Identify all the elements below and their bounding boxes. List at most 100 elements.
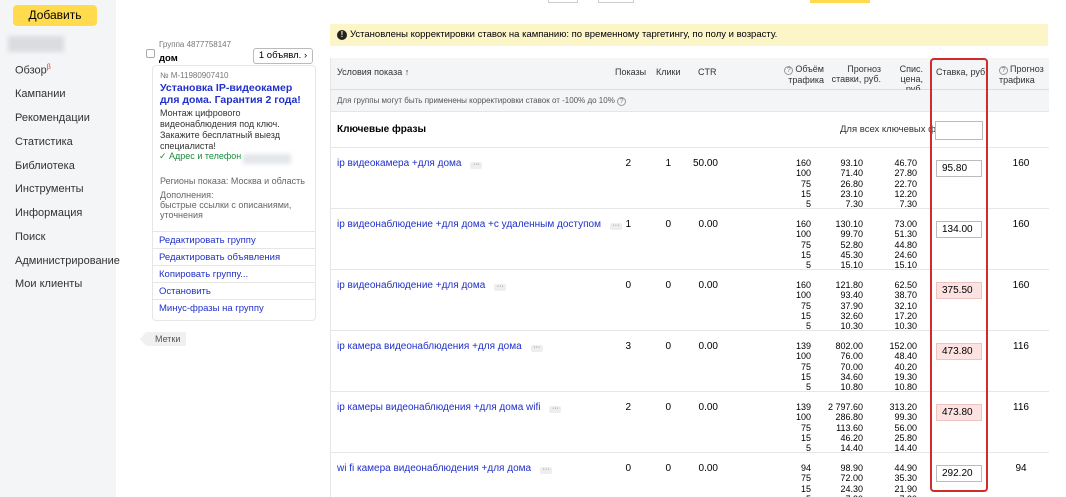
charge-value: 313.20 bbox=[889, 402, 917, 412]
account-name-blurred bbox=[8, 36, 64, 52]
help-icon[interactable]: ? bbox=[999, 66, 1008, 75]
charge-stack: 313.20 99.30 56.00 25.80 14.40 bbox=[883, 402, 917, 453]
copy-group-link[interactable]: Копировать группу... bbox=[153, 265, 315, 283]
charge-value: 17.20 bbox=[894, 310, 917, 321]
header-conditions[interactable]: Условия показа ↑ bbox=[337, 67, 409, 77]
more-icon[interactable]: ··· bbox=[540, 466, 553, 474]
volume-value: 15 bbox=[800, 432, 811, 443]
charge-value: 56.00 bbox=[894, 422, 917, 433]
keyword-link[interactable]: ip видеонаблюдение +для дома ··· bbox=[337, 280, 507, 291]
header-traffic-forecast[interactable]: ? Прогноз трафика bbox=[999, 64, 1047, 85]
forecast-value: 45.30 bbox=[840, 249, 863, 260]
volume-value: 139 bbox=[795, 402, 811, 412]
sidebar-item-library[interactable]: Библиотека bbox=[15, 160, 75, 172]
charge-value: 51.30 bbox=[894, 229, 917, 240]
ad-title[interactable]: Установка IP-видеокамер для дома. Гарант… bbox=[160, 82, 310, 106]
sidebar: Добавить Обзорβ Кампании Рекомендации Ст… bbox=[0, 0, 120, 497]
header-shows[interactable]: Показы bbox=[615, 67, 646, 77]
sidebar-item-search[interactable]: Поиск bbox=[15, 231, 45, 243]
volume-value: 5 bbox=[805, 321, 811, 332]
volume-stack: 160 100 75 15 5 bbox=[781, 158, 811, 209]
charge-value: 15.10 bbox=[894, 260, 917, 271]
top-control[interactable] bbox=[548, 0, 578, 3]
ad-id: № M-11980907410 bbox=[160, 71, 229, 80]
negative-keywords-link[interactable]: Минус-фразы на группу bbox=[153, 299, 315, 317]
sidebar-item-tools[interactable]: Инструменты bbox=[15, 183, 84, 195]
charge-value: 14.40 bbox=[894, 443, 917, 454]
stop-link[interactable]: Остановить bbox=[153, 282, 315, 300]
sidebar-item-overview[interactable]: Обзорβ bbox=[15, 64, 51, 77]
top-control[interactable] bbox=[598, 0, 634, 3]
charge-value: 99.30 bbox=[894, 412, 917, 423]
volume-value: 5 bbox=[805, 443, 811, 454]
clicks-value: 0 bbox=[665, 219, 671, 230]
charge-stack: 46.70 27.80 22.70 12.20 7.30 bbox=[883, 158, 917, 209]
forecast-value: 286.80 bbox=[835, 412, 863, 423]
more-icon[interactable]: ··· bbox=[549, 405, 562, 413]
tags-label[interactable]: Метки bbox=[140, 332, 186, 346]
sidebar-item-admin[interactable]: Администрирование bbox=[15, 255, 120, 267]
volume-value: 5 bbox=[805, 199, 811, 210]
ctr-value: 0.00 bbox=[698, 219, 718, 230]
edit-ads-link[interactable]: Редактировать объявления bbox=[153, 248, 315, 266]
more-icon[interactable]: ··· bbox=[494, 283, 507, 291]
volume-value: 15 bbox=[800, 371, 811, 382]
group-name: дом bbox=[159, 53, 178, 64]
clicks-value: 1 bbox=[665, 158, 671, 169]
ads-count-button[interactable]: 1 объявл. › bbox=[253, 48, 313, 64]
keyword-link[interactable]: ip видеокамера +для дома ··· bbox=[337, 158, 483, 169]
charge-value: 40.20 bbox=[894, 361, 917, 372]
volume-value: 160 bbox=[795, 219, 811, 229]
add-button[interactable]: Добавить bbox=[13, 5, 97, 26]
more-icon[interactable]: ··· bbox=[530, 344, 543, 352]
sidebar-item-clients[interactable]: Мои клиенты bbox=[15, 278, 82, 290]
forecast-value: 113.60 bbox=[836, 422, 863, 433]
ad-text: Монтаж цифрового видеонаблюдения под клю… bbox=[160, 108, 280, 151]
traffic-forecast-value: 160 bbox=[1012, 280, 1030, 291]
forecast-value: 98.90 bbox=[840, 463, 863, 473]
top-action-button[interactable] bbox=[810, 0, 870, 3]
header-volume[interactable]: ? Объём трафика bbox=[780, 64, 824, 85]
sidebar-item-recommendations[interactable]: Рекомендации bbox=[15, 112, 90, 124]
charge-value: 35.30 bbox=[894, 473, 917, 484]
sidebar-item-info[interactable]: Информация bbox=[15, 207, 82, 219]
charge-stack: 62.50 38.70 32.10 17.20 10.30 bbox=[883, 280, 917, 331]
forecast-value: 802.00 bbox=[835, 341, 863, 351]
keyword-link[interactable]: ip видеонаблюдение +для дома +с удаленны… bbox=[337, 219, 622, 230]
shows-value: 2 bbox=[625, 158, 631, 169]
volume-value: 15 bbox=[800, 310, 811, 321]
ad-contacts[interactable]: ✓ Адрес и телефон bbox=[159, 151, 241, 162]
header-clicks[interactable]: Клики bbox=[656, 67, 681, 77]
forecast-stack: 130.10 99.70 52.80 45.30 15.10 bbox=[821, 219, 863, 270]
keyword-link[interactable]: ip камеры видеонаблюдения +для дома wifi… bbox=[337, 402, 562, 413]
more-icon[interactable]: ··· bbox=[470, 161, 483, 169]
beta-badge: β bbox=[46, 64, 51, 71]
traffic-forecast-value: 160 bbox=[1012, 158, 1030, 169]
charge-stack: 73.00 51.30 44.80 24.60 15.10 bbox=[883, 219, 917, 270]
group-checkbox[interactable] bbox=[146, 49, 155, 58]
volume-value: 15 bbox=[800, 483, 811, 494]
header-forecast-bid[interactable]: Прогноз ставки, руб. bbox=[821, 64, 881, 84]
charge-stack: 152.00 48.40 40.20 19.30 10.80 bbox=[883, 341, 917, 392]
help-icon[interactable]: ? bbox=[784, 66, 794, 75]
keyword-link[interactable]: wi fi камера видеонаблюдения +для дома ··… bbox=[337, 463, 553, 474]
sidebar-item-statistics[interactable]: Статистика bbox=[15, 136, 73, 148]
contacts-blurred bbox=[243, 154, 291, 164]
volume-value: 15 bbox=[800, 249, 811, 260]
chevron-right-icon: › bbox=[303, 50, 308, 61]
header-ctr[interactable]: CTR bbox=[698, 67, 717, 77]
volume-value: 5 bbox=[805, 382, 811, 393]
warning-banner: ! Установлены корректировки ставок на ка… bbox=[330, 24, 1048, 46]
forecast-value: 2 797.60 bbox=[827, 402, 863, 412]
edit-group-link[interactable]: Редактировать группу bbox=[153, 231, 315, 249]
forecast-value: 130.10 bbox=[835, 219, 863, 229]
help-icon[interactable]: ? bbox=[617, 97, 627, 106]
charge-value: 38.70 bbox=[894, 290, 917, 301]
forecast-stack: 802.00 76.00 70.00 34.60 10.80 bbox=[821, 341, 863, 392]
keyword-link[interactable]: ip камера видеонаблюдения +для дома ··· bbox=[337, 341, 543, 352]
bid-column-highlight bbox=[930, 58, 988, 492]
sidebar-item-campaigns[interactable]: Кампании bbox=[15, 88, 66, 100]
forecast-value: 10.80 bbox=[840, 382, 863, 393]
charge-value: 62.50 bbox=[894, 280, 917, 290]
ctr-value: 50.00 bbox=[692, 158, 718, 169]
